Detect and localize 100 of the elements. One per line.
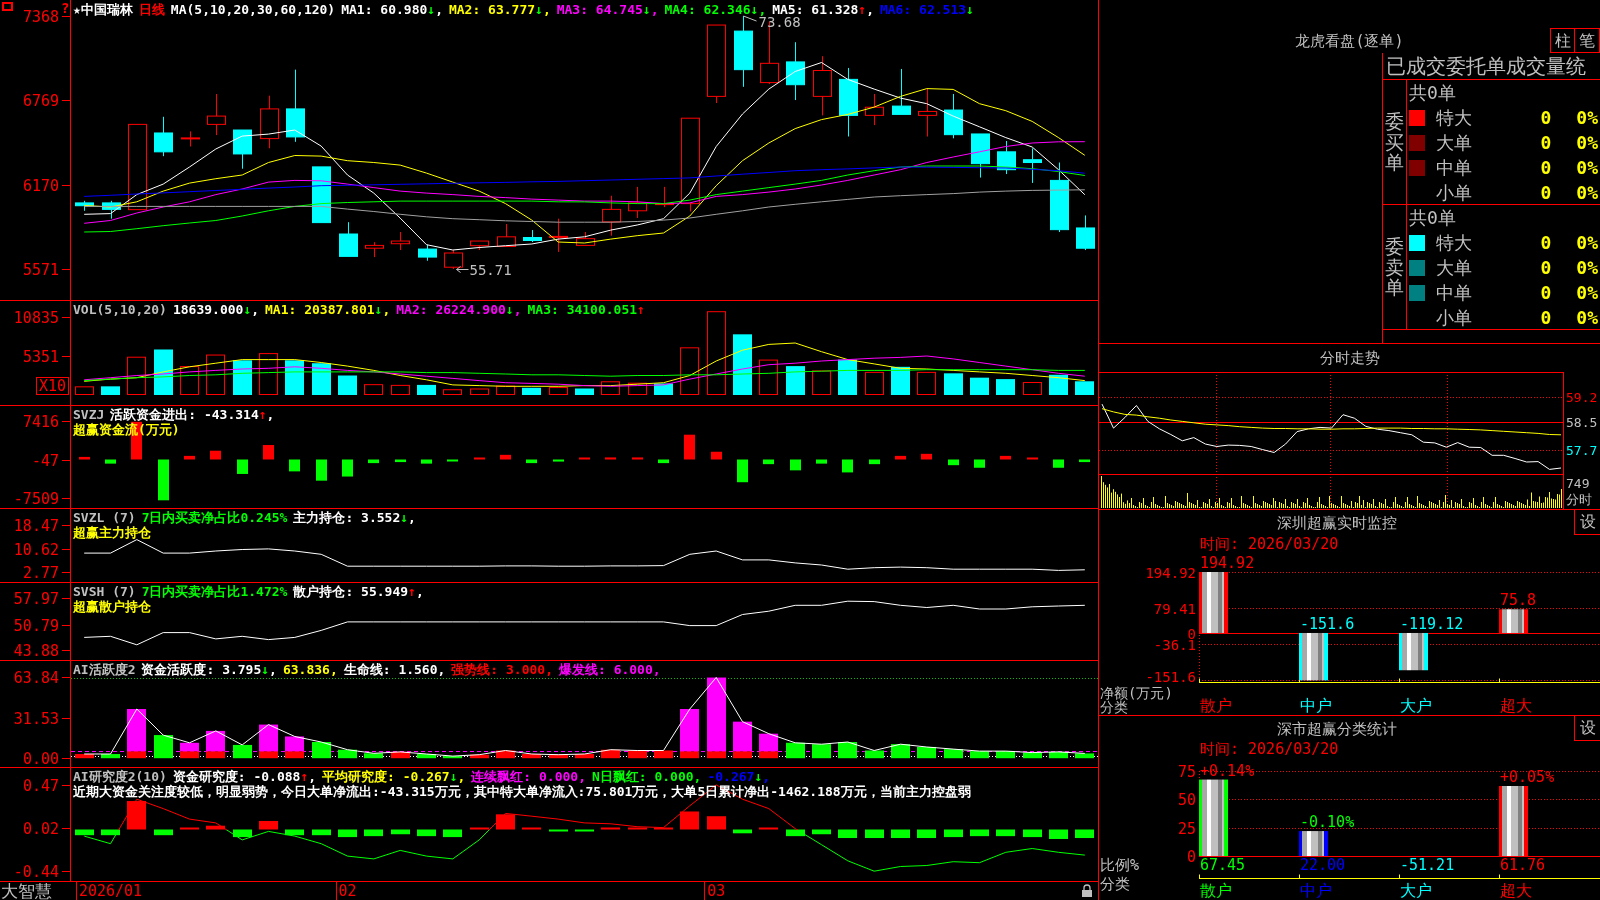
legend-text: 生命线: 1.560, xyxy=(343,662,446,677)
category-label: 大户 xyxy=(1400,695,1432,715)
legend-text: 63.836, xyxy=(282,662,338,677)
candlestick xyxy=(75,200,94,212)
axis-label: 10.62 xyxy=(13,540,59,559)
axis-label: 50.79 xyxy=(13,616,59,635)
candlestick xyxy=(786,41,805,101)
candlestick xyxy=(576,231,595,246)
help-mark[interactable]: ? xyxy=(61,0,70,16)
candlestick xyxy=(260,95,279,149)
candlestick xyxy=(628,186,647,219)
legend-text: 散户持仓: 55.949↑, xyxy=(293,584,424,599)
order-count: 0 xyxy=(1540,132,1552,153)
legend-text: 强势线: 3.000, xyxy=(451,662,553,677)
order-percent: 0% xyxy=(1576,282,1598,303)
axis-label: 31.53 xyxy=(13,709,59,728)
order-size-label: 小单 xyxy=(1436,180,1472,205)
value-label: 67.45 xyxy=(1200,856,1246,874)
category-label: 大户 xyxy=(1400,880,1432,900)
order-size-label: 中单 xyxy=(1436,155,1472,180)
legend-text: 7日内买卖净占比1.472% xyxy=(141,584,288,599)
axis-label: 58.5 xyxy=(1566,415,1598,430)
axis-label: -0.44 xyxy=(13,862,59,881)
order-count: 0 xyxy=(1540,182,1552,203)
table-heading: 已成交委托单成交量统 xyxy=(1386,54,1586,78)
legend-text: 爆发线: 6.000, xyxy=(559,662,661,677)
lock-icon xyxy=(1082,884,1092,897)
panel-title: 深市超赢分类统计 xyxy=(1276,719,1397,738)
axis-label: 57.97 xyxy=(13,589,59,608)
value-label: 22.00 xyxy=(1300,856,1346,874)
candlestick xyxy=(207,93,226,136)
legend-text: MA3: 64.745↓, xyxy=(556,2,659,17)
legend-text: SVZJ xyxy=(73,407,105,422)
legend-text: 超赢主力持仓 xyxy=(73,525,151,540)
legend-text: AI研究度2(10) xyxy=(73,769,167,784)
category-label: 中户 xyxy=(1300,880,1332,900)
value-label: -151.6 xyxy=(1300,615,1355,633)
legend-text: 资金研究度: -0.088↑, xyxy=(172,769,317,784)
category-label: 散户 xyxy=(1200,695,1232,715)
legend-text: 资金活跃度: 3.795↓, xyxy=(141,662,277,677)
legend-text: MA1: 60.980↓, xyxy=(341,2,443,17)
axis-label: 79.41 xyxy=(1153,600,1196,617)
candlestick xyxy=(523,229,542,243)
legend-text: MA2: 26224.900↓, xyxy=(396,302,522,317)
order-percent: 0% xyxy=(1576,257,1598,278)
candlestick xyxy=(391,231,410,251)
order-size-label: 中单 xyxy=(1436,280,1472,305)
view-toggle-button[interactable]: 笔 xyxy=(1575,28,1600,53)
candlestick xyxy=(602,195,621,237)
legend-text: AI活跃度2 xyxy=(73,662,136,677)
period-label: 分时 xyxy=(1566,491,1592,507)
candlestick xyxy=(181,130,200,147)
view-toggle-button[interactable]: 柱 xyxy=(1550,28,1575,53)
value-label: 194.92 xyxy=(1200,554,1255,572)
axis-label: 57.7 xyxy=(1566,443,1598,458)
axis-label: 7416 xyxy=(22,412,59,431)
order-count: 0 xyxy=(1540,282,1552,303)
candlestick xyxy=(365,241,384,258)
axis-label: 43.88 xyxy=(13,641,59,660)
axis-label: 5351 xyxy=(22,347,59,366)
axis-label: 2.77 xyxy=(22,563,59,582)
axis-label: 25 xyxy=(1177,819,1196,838)
unit-label: X10 xyxy=(36,377,69,395)
order-size-label: 特大 xyxy=(1436,230,1472,255)
legend-text: 连续飘红: 0.000, xyxy=(471,769,586,784)
axis-label: 59.2 xyxy=(1566,390,1598,405)
legend-text: ★中国瑞林 xyxy=(73,2,133,17)
candlestick xyxy=(839,67,858,137)
order-percent: 0% xyxy=(1576,132,1598,153)
candlestick xyxy=(444,249,463,270)
time-label: 时间: 2026/03/20 xyxy=(1200,741,1339,757)
axis-label: 5571 xyxy=(22,260,59,279)
candlestick xyxy=(549,218,568,253)
legend-text: -0.267↓, xyxy=(707,769,771,784)
axis-title: 净额(万元) xyxy=(1100,685,1173,701)
settings-button[interactable]: 设 xyxy=(1574,716,1600,741)
date-label: 02 xyxy=(338,882,357,900)
legend-text: 日线 xyxy=(138,2,165,17)
candlestick xyxy=(102,200,121,220)
order-size-label: 大单 xyxy=(1436,255,1472,280)
candlestick xyxy=(339,221,358,257)
candlestick xyxy=(944,93,963,139)
axis-title: 比例% xyxy=(1100,856,1140,874)
legend-text: MA2: 63.777↓, xyxy=(448,2,551,17)
change-label: -0.10% xyxy=(1300,813,1355,832)
order-total: 共0单 xyxy=(1409,205,1456,230)
order-count: 0 xyxy=(1540,107,1552,128)
order-size-label: 大单 xyxy=(1436,130,1472,155)
legend-text: 主力持仓: 3.552↓, xyxy=(293,510,416,525)
axis-label: -7509 xyxy=(13,489,59,508)
axis-label: 7368 xyxy=(22,7,59,26)
square-icon[interactable] xyxy=(2,2,13,11)
legend-text: 18639.000↓, xyxy=(172,302,260,317)
candlestick xyxy=(1050,162,1069,233)
settings-button[interactable]: 设 xyxy=(1574,510,1600,535)
order-percent: 0% xyxy=(1576,157,1598,178)
axis-label: 194.92 xyxy=(1145,564,1196,581)
order-percent: 0% xyxy=(1576,182,1598,203)
value-label: -119.12 xyxy=(1400,615,1464,633)
legend-text: VOL(5,10,20) xyxy=(73,302,167,317)
